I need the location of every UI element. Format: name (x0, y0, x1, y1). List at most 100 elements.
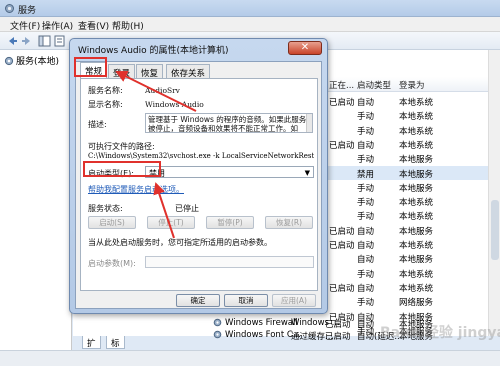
window-title: 服务 (18, 6, 37, 16)
startup-type-cell: 禁用 (357, 169, 375, 180)
startup-type-cell: 自动 (357, 241, 375, 251)
tree-node-label: 服务(本地) (16, 57, 60, 67)
logon-cell: 本地服务 (399, 226, 434, 237)
menu-help[interactable]: 帮助(H) (112, 19, 144, 32)
tab-extended[interactable]: 扩展 (82, 336, 101, 361)
properties-icon[interactable] (53, 35, 66, 47)
tab-logon[interactable]: 登录 (108, 64, 136, 79)
service-name-cell: Windows Firewall (225, 318, 298, 328)
service-status-label: 服务状态: (88, 204, 123, 213)
logon-cell: 本地服务 (399, 255, 434, 266)
status-cell: 已启动 (325, 332, 351, 342)
startup-type-cell: 自动 (357, 98, 375, 108)
description-line-1: 管理基于 Windows 的程序的音频。如果此服务 (148, 115, 307, 124)
logon-cell: 本地服务 (399, 155, 434, 166)
menu-bar: 文件(F) 操作(A) 查看(V) 帮助(H) (0, 17, 500, 32)
startup-type-cell: 手动 (357, 126, 375, 137)
general-tab-panel: 服务名称: AudioSrv 显示名称: Windows Audio 描述: 管… (80, 78, 318, 291)
console-tree-icon[interactable] (38, 35, 51, 47)
logon-cell: 本地系统 (399, 269, 434, 280)
display-name-value: Windows Audio (145, 100, 204, 109)
service-name-label: 服务名称: (88, 86, 123, 95)
startup-type-cell: 手动 (357, 298, 375, 309)
status-cell: 已启动 (329, 283, 355, 294)
gear-icon (213, 330, 222, 339)
forward-arrow-icon[interactable] (20, 35, 33, 47)
tab-dependencies[interactable]: 依存关系 (166, 64, 211, 79)
description-box[interactable]: 管理基于 Windows 的程序的音频。如果此服务 被停止，音频设备和效果将不能… (145, 113, 313, 133)
status-cell: 已启动 (329, 98, 355, 108)
start-params-hint: 当从此处启动服务时，您可指定所适用的启动参数。 (88, 238, 272, 247)
menu-view[interactable]: 查看(V) (78, 19, 109, 32)
logon-cell: 本地系统 (399, 212, 434, 223)
column-startup-type[interactable]: 启动类型 (357, 79, 391, 91)
resume-button[interactable]: 恢复(R) (265, 216, 313, 229)
menu-file[interactable]: 文件(F) (10, 19, 40, 32)
startup-type-cell: 自动 (357, 255, 375, 266)
logon-cell: 本地系统 (399, 112, 434, 123)
status-cell: 已启动 (329, 140, 355, 151)
chevron-down-icon: ▼ (304, 169, 310, 177)
logon-cell: 网络服务 (399, 298, 434, 309)
gear-icon (4, 56, 14, 66)
startup-type-cell: 自动 (357, 283, 375, 294)
tab-standard[interactable]: 标准 (106, 336, 125, 361)
stop-button[interactable]: 停止(T) (147, 216, 195, 229)
dialog-title: Windows Audio 的属性(本地计算机) (78, 46, 229, 56)
service-name-value: AudioSrv (145, 86, 180, 95)
ok-button[interactable]: 确定 (176, 294, 220, 307)
startup-type-select[interactable]: 禁用 ▼ (145, 166, 314, 178)
description-line-2: 被停止，音频设备和效果将不能正常工作。如 (148, 124, 298, 133)
tree-node-services-local[interactable]: 服务(本地) (4, 54, 59, 67)
service-status-value: 已停止 (175, 204, 199, 213)
start-button[interactable]: 启动(S) (88, 216, 136, 229)
status-cell: 已启动 (329, 241, 355, 251)
close-button[interactable]: ✕ (288, 41, 322, 55)
start-params-label: 启动参数(M): (88, 259, 136, 268)
menu-action[interactable]: 操作(A) (42, 19, 73, 32)
description-label: 描述: (88, 120, 107, 129)
startup-type-cell: 手动 (357, 212, 375, 223)
list-scrollbar[interactable] (488, 50, 500, 336)
startup-type-cell: 手动 (357, 155, 375, 166)
dialog-body: 常规 登录 恢复 依存关系 服务名称: AudioSrv 显示名称: Windo… (75, 61, 322, 309)
description-scrollbar[interactable] (306, 114, 312, 132)
gear-icon (213, 318, 222, 327)
startup-type-cell: 自动 (357, 226, 375, 237)
logon-cell: 本地系统 (399, 98, 434, 108)
column-status-partial[interactable]: 正在... (329, 79, 354, 91)
logon-cell: 本地系统 (399, 198, 434, 209)
display-name-label: 显示名称: (88, 100, 123, 109)
column-logon-as[interactable]: 登录为 (399, 79, 425, 91)
apply-button[interactable]: 应用(A) (272, 294, 316, 307)
console-tree: 服务(本地) (0, 50, 72, 366)
logon-cell: 本地系统 (399, 140, 434, 151)
status-bar (0, 350, 500, 366)
watermark: Baidu经验 jingyan.baidu.com (380, 325, 500, 341)
scrollbar-thumb[interactable] (491, 200, 499, 260)
service-name-cell: Windows Font C... (225, 330, 301, 340)
exe-path-value: C:\Windows\System32\svchost.exe -k Local… (88, 152, 314, 160)
logon-cell: 本地系统 (399, 126, 434, 137)
title-bar: 服务 (0, 0, 500, 17)
annotation-box-startup-type (83, 161, 161, 177)
startup-type-cell: 手动 (357, 269, 375, 280)
logon-cell: 本地系统 (399, 283, 434, 294)
pause-button[interactable]: 暂停(P) (206, 216, 254, 229)
startup-type-cell: 手动 (357, 112, 375, 123)
logon-cell: 本地服务 (399, 183, 434, 194)
help-config-link[interactable]: 帮助我配置服务启动选项。 (88, 184, 184, 195)
cancel-button[interactable]: 取消 (224, 294, 268, 307)
startup-type-cell: 自动 (357, 140, 375, 151)
annotation-box-general-tab (74, 57, 107, 77)
exe-path-label: 可执行文件的路径: (88, 142, 155, 151)
logon-cell: 本地服务 (399, 169, 434, 180)
back-arrow-icon[interactable] (6, 35, 19, 47)
status-cell: 已启动 (329, 226, 355, 237)
start-params-input[interactable] (145, 256, 314, 268)
startup-type-cell: 手动 (357, 198, 375, 209)
startup-type-cell: 手动 (357, 183, 375, 194)
tab-recovery[interactable]: 恢复 (136, 64, 164, 79)
logon-cell: 本地系统 (399, 241, 434, 251)
gear-icon (5, 4, 14, 13)
